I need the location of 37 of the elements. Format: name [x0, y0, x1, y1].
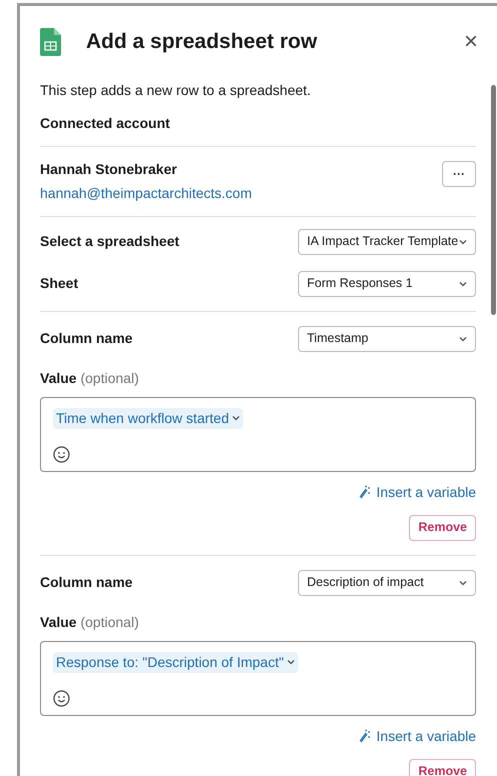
value-field[interactable]: Time when workflow started: [40, 396, 476, 472]
magic-wand-icon: [358, 485, 372, 499]
more-button[interactable]: ···: [442, 160, 476, 186]
dropdown[interactable]: IA Impact Tracker Template: [298, 228, 476, 254]
chevron-down-icon: [459, 336, 467, 342]
remove-button[interactable]: Remove: [409, 514, 476, 540]
field-label: Column name: [40, 328, 133, 348]
value-label: Value (optional): [40, 368, 140, 388]
chevron-down-icon: [286, 659, 295, 665]
variable-chip[interactable]: Response to: "Description of Impact": [53, 652, 298, 672]
field-label: Column name: [40, 572, 133, 592]
chevron-down-icon: [459, 280, 467, 286]
account-email: hannah@theimpactarchitects.com: [40, 184, 252, 203]
value-label: Value (optional): [40, 612, 140, 632]
close-button[interactable]: ×: [464, 30, 478, 54]
spreadsheet-icon: [40, 28, 61, 56]
variable-chip[interactable]: Time when workflow started: [53, 408, 243, 428]
magic-wand-icon: [358, 729, 372, 743]
account-name: Hannah Stonebraker: [40, 160, 178, 178]
emoji-icon[interactable]: [53, 690, 70, 706]
scrollbar-thumb[interactable]: [491, 85, 496, 315]
dropdown[interactable]: Timestamp: [298, 326, 476, 352]
chevron-down-icon: [459, 238, 467, 244]
insert-variable-link[interactable]: Insert a variable: [358, 726, 476, 746]
dropdown[interactable]: Form Responses 1: [298, 270, 476, 296]
remove-button[interactable]: Remove: [409, 758, 476, 776]
chevron-down-icon: [232, 415, 240, 421]
dialog-title: Add a spreadsheet row: [86, 29, 318, 55]
dropdown[interactable]: Description of impact: [298, 570, 476, 596]
insert-variable-link[interactable]: Insert a variable: [358, 482, 476, 502]
chevron-down-icon: [459, 580, 467, 586]
field-label: Select a spreadsheet: [40, 232, 180, 251]
description: This step adds a new row to a spreadsheet.: [40, 80, 312, 100]
value-field[interactable]: Response to: "Description of Impact": [40, 640, 476, 716]
field-label: Sheet: [40, 274, 78, 292]
emoji-icon[interactable]: [53, 446, 70, 462]
section-heading: Connected account: [40, 114, 171, 132]
